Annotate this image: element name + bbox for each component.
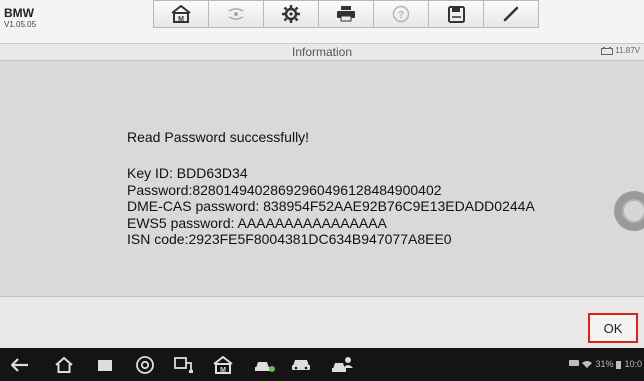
back-arrow-icon [11,358,28,372]
app-name: BMW [4,6,34,20]
home-nav-button[interactable] [53,354,75,376]
edit-button[interactable] [483,0,539,28]
home-icon: M [171,5,191,23]
message-icon [569,360,580,366]
print-icon [337,6,355,22]
vehicle-swap-icon [228,8,244,20]
system-navigation-bar: M 31% 10:0 [0,348,644,381]
car-user-icon [332,357,353,372]
settings-button[interactable] [263,0,319,28]
dme-cas-password-line: DME-CAS password: 838954F52AAE92B76C9E13… [127,198,535,214]
recent-apps-button[interactable] [94,354,116,376]
home-button[interactable]: M [153,0,209,28]
vehicle-scan-button[interactable] [254,354,276,376]
house-icon [55,357,73,373]
battery-voltage: 11.87V [615,46,640,55]
password-line: Password:8280149402869296049612848490040… [127,181,442,198]
settings-gear-icon [282,5,300,23]
car-scan-icon [255,362,275,372]
information-panel: Read Password successfully! Key ID: BDD6… [0,62,644,295]
result-details: Key ID: BDD63D34 Password:82801494028692… [127,165,535,248]
chrome-icon [136,356,154,374]
wifi-icon [582,361,593,368]
ok-button[interactable]: OK [588,313,638,343]
connect-button[interactable] [173,354,195,376]
isn-code-line: ISN code:2923FE5F8004381DC634B947077A8EE… [127,231,452,247]
key-id-line: Key ID: BDD63D34 [127,165,248,181]
svg-text:M: M [178,16,184,23]
maxisys-home-button[interactable]: M [212,354,234,376]
ews5-password-line: EWS5 password: AAAAAAAAAAAAAAAA [127,214,387,231]
chrome-button[interactable] [134,354,156,376]
recent-apps-icon [98,360,112,371]
pencil-icon [503,6,519,22]
title-bar: Information 11.87V [0,44,644,61]
battery-icon [616,360,622,369]
car-battery-icon [601,46,614,55]
vehicle-battery: 11.87V [601,46,640,55]
battery-percent: 31% [595,359,614,369]
save-icon [447,5,465,23]
floating-assistive-button[interactable] [614,191,644,231]
page-title: Information [291,45,353,59]
svg-text:M: M [220,367,226,374]
vehicle-swap-button[interactable] [208,0,264,28]
vehicle-button[interactable] [290,354,312,376]
result-message: Read Password successfully! [127,129,310,145]
app-brand: BMW V1.05.05 [4,7,36,29]
status-area: 31% 10:0 [569,359,642,369]
connector-icon [174,357,193,373]
assistive-touch-icon [622,199,644,223]
svg-text:?: ? [398,10,404,21]
save-button[interactable] [428,0,484,28]
app-version: V1.05.05 [4,20,37,29]
clock: 10:0 [624,359,642,369]
help-button[interactable]: ? [373,0,429,28]
back-button[interactable] [9,354,31,376]
print-button[interactable] [318,0,374,28]
top-toolbar: BMW V1.05.05 M ? [0,0,644,44]
remote-expert-button[interactable] [331,354,353,376]
action-bar: OK [0,296,644,348]
car-icon [292,360,310,370]
help-icon: ? [392,5,410,23]
maxisys-home-icon: M [213,356,233,374]
